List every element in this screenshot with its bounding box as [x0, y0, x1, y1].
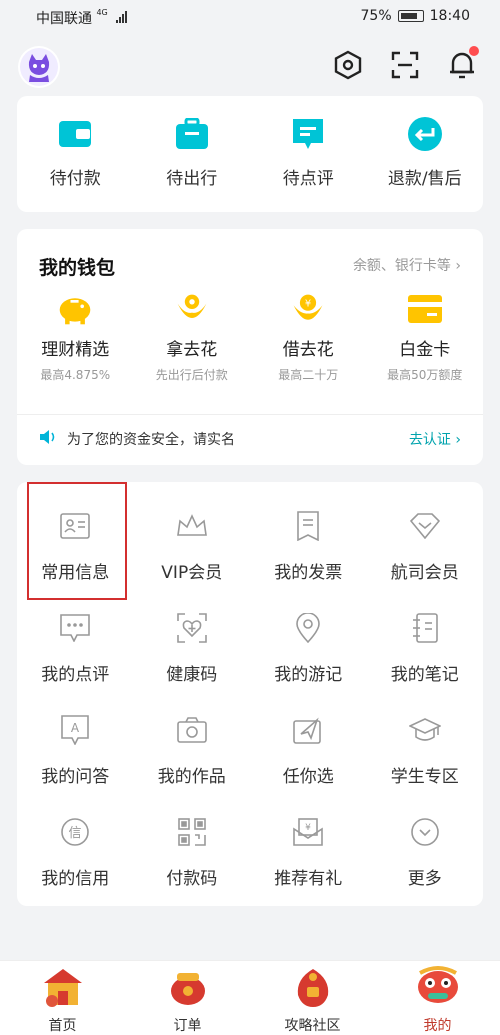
- svg-text:¥: ¥: [305, 823, 311, 833]
- tools-card: 常用信息 VIP会员 我的发票 航司会员 我的点评 健康码 我的游记 我的笔记 …: [17, 482, 483, 906]
- tab-orders[interactable]: 订单: [125, 961, 250, 1035]
- battery-icon: [397, 10, 424, 22]
- tool-renxuan[interactable]: 任你选: [250, 706, 367, 808]
- bottom-tab-bar: 首页 订单 攻略社区 我的: [0, 960, 500, 1035]
- wallet-title: 我的钱包: [39, 257, 116, 279]
- top-bar: [0, 40, 500, 90]
- home-festive-icon: [39, 965, 87, 1009]
- tool-vip[interactable]: VIP会员: [134, 502, 251, 604]
- tool-health-code[interactable]: 健康码: [134, 604, 251, 706]
- order-status-card: 待付款 待出行 待点评 退款/售后: [17, 96, 483, 212]
- wallet-item-jiequhua[interactable]: ¥ 借去花 最高二十万: [250, 291, 367, 383]
- tab-mine[interactable]: 我的: [375, 961, 500, 1035]
- tool-more[interactable]: 更多: [367, 808, 484, 910]
- tool-invoice[interactable]: 我的发票: [250, 502, 367, 604]
- tool-my-credit[interactable]: 信 我的信用: [17, 808, 134, 910]
- qa-icon: A: [57, 712, 93, 748]
- id-card-icon: [57, 508, 93, 544]
- tab-community[interactable]: 攻略社区: [250, 961, 375, 1035]
- orders-festive-icon: [164, 965, 212, 1009]
- tool-my-reviews[interactable]: 我的点评: [17, 604, 134, 706]
- wallet-card: 我的钱包 余额、银行卡等 › 理财精选 最高4.875% 拿去花 先出行后付款 …: [17, 229, 483, 465]
- suitcase-icon: [174, 116, 210, 152]
- wallet-more-link[interactable]: 余额、银行卡等 ›: [353, 255, 461, 275]
- crown-icon: [174, 508, 210, 544]
- tool-student-zone[interactable]: 学生专区: [367, 706, 484, 808]
- svg-text:¥: ¥: [305, 298, 311, 309]
- invoice-icon: [290, 508, 326, 544]
- clock: 18:40: [429, 8, 470, 24]
- chat-icon: [57, 610, 93, 646]
- camera-icon: [174, 712, 210, 748]
- order-pending-payment[interactable]: 待付款: [17, 96, 134, 212]
- diamond-icon: [407, 508, 443, 544]
- gift-envelope-icon: ¥: [290, 814, 326, 850]
- community-festive-icon: [289, 965, 337, 1009]
- tool-airline-member[interactable]: 航司会员: [367, 502, 484, 604]
- svg-text:A: A: [71, 721, 80, 735]
- flower-coin-icon: [174, 291, 210, 327]
- tool-my-qa[interactable]: A 我的问答: [17, 706, 134, 808]
- battery-percent: 75%: [360, 8, 392, 24]
- tool-my-notes[interactable]: 我的笔记: [367, 604, 484, 706]
- refund-icon: [407, 116, 443, 152]
- status-bar: 中国联通 4G 75% 18:40: [0, 0, 500, 34]
- wallet-item-naquhua[interactable]: 拿去花 先出行后付款: [134, 291, 251, 383]
- scan-icon[interactable]: [388, 48, 422, 82]
- piggy-bank-icon: [57, 291, 93, 327]
- graduation-cap-icon: [407, 712, 443, 748]
- notification-dot: [469, 46, 479, 56]
- card-icon: [407, 291, 443, 327]
- verify-link[interactable]: 去认证 ›: [409, 429, 461, 449]
- credit-icon: 信: [57, 814, 93, 850]
- settings-hexagon-icon[interactable]: [331, 48, 365, 82]
- coin-bowl-icon: ¥: [290, 291, 326, 327]
- plane-card-icon: [290, 712, 326, 748]
- order-pending-review[interactable]: 待点评: [250, 96, 367, 212]
- carrier-label: 中国联通 4G: [36, 8, 128, 28]
- wallet-icon: [57, 116, 93, 152]
- order-pending-travel[interactable]: 待出行: [134, 96, 251, 212]
- verify-notice: 为了您的资金安全，请实名: [39, 429, 235, 449]
- avatar[interactable]: [18, 46, 60, 88]
- tool-referral[interactable]: ¥ 推荐有礼: [250, 808, 367, 910]
- signal-icon: [116, 11, 128, 23]
- tool-my-works[interactable]: 我的作品: [134, 706, 251, 808]
- comment-icon: [290, 116, 326, 152]
- order-refund[interactable]: 退款/售后: [367, 96, 484, 212]
- tab-home[interactable]: 首页: [0, 961, 125, 1035]
- tool-payment-code[interactable]: 付款码: [134, 808, 251, 910]
- speaker-icon: [39, 429, 57, 449]
- wallet-item-platinum-card[interactable]: 白金卡 最高50万额度: [367, 291, 484, 383]
- lion-dance-icon: [414, 965, 462, 1009]
- svg-text:信: 信: [69, 826, 82, 841]
- tool-common-info[interactable]: 常用信息: [17, 502, 134, 604]
- location-pin-icon: [290, 610, 326, 646]
- tool-travel-notes[interactable]: 我的游记: [250, 604, 367, 706]
- health-heart-icon: [174, 610, 210, 646]
- qr-code-icon: [174, 814, 210, 850]
- notebook-icon: [407, 610, 443, 646]
- divider: [17, 414, 483, 415]
- chevron-down-circle-icon: [407, 814, 443, 850]
- wallet-item-finance[interactable]: 理财精选 最高4.875%: [17, 291, 134, 383]
- bell-icon[interactable]: [445, 46, 479, 82]
